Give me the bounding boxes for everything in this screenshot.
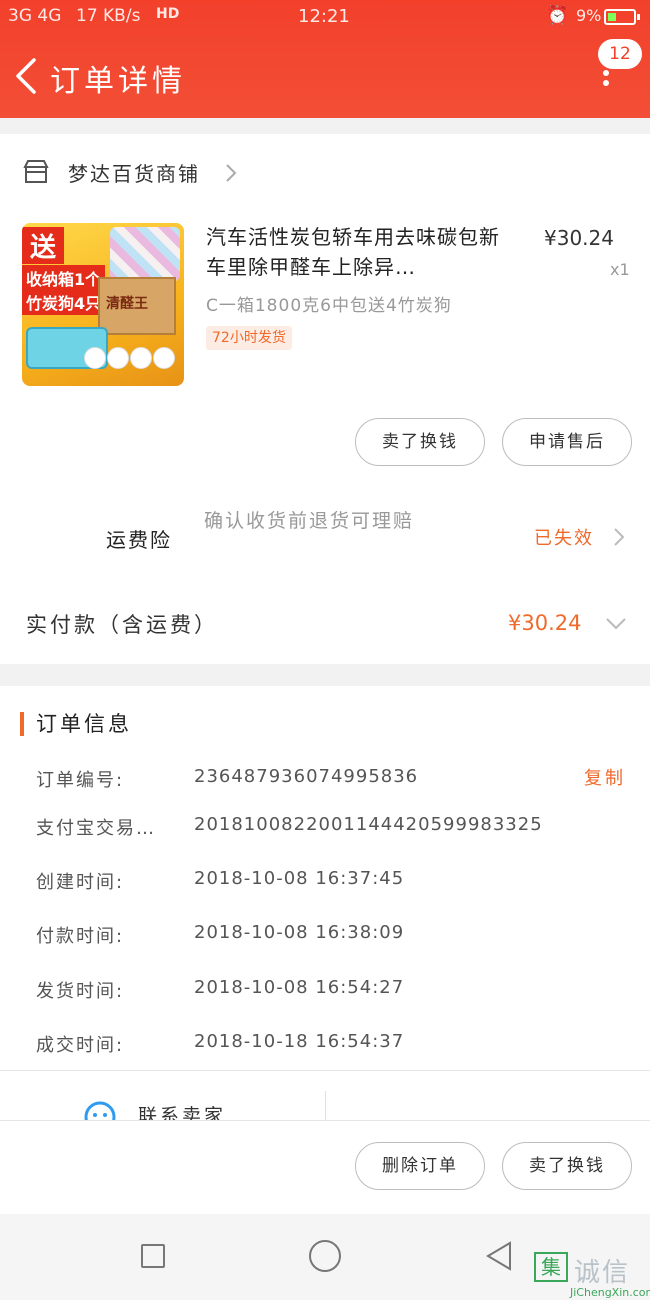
back-arrow-icon[interactable]	[12, 56, 38, 96]
product-thumbnail[interactable]: 送 收纳箱1个 竹炭狗4只 清醛王	[22, 223, 184, 386]
home-icon[interactable]	[309, 1240, 341, 1272]
info-row-completed-time: 成交时间: 2018-10-18 16:54:37	[0, 1031, 650, 1071]
info-value: 2018-10-08 16:54:27	[194, 977, 405, 998]
more-menu-icon[interactable]	[603, 70, 611, 96]
watermark-text: 诚信	[574, 1258, 631, 1288]
shop-link[interactable]: 梦达百货商铺	[0, 134, 650, 212]
insurance-description: 确认收货前退货可理赔	[204, 510, 415, 532]
shipping-time-tag: 72小时发货	[206, 326, 292, 350]
info-label: 创建时间:	[36, 872, 125, 893]
section-accent-bar	[20, 712, 24, 736]
delete-order-button[interactable]: 删除订单	[355, 1142, 485, 1190]
promo-line-2: 竹炭狗4只	[22, 289, 106, 315]
top-bar: 3G 4G 17 KB/s HD 12:21 ⏰ 9% 订单详情 12	[0, 0, 650, 118]
watermark-logo: 集	[534, 1252, 568, 1282]
network-speed: 17 KB/s	[76, 6, 141, 26]
chevron-down-icon[interactable]	[604, 616, 628, 632]
promo-send-tag: 送	[22, 227, 65, 264]
site-watermark: 集 诚信 JiChengXin.com	[530, 1248, 650, 1300]
info-row-shipped-time: 发货时间: 2018-10-08 16:54:27	[0, 977, 650, 1017]
resell-button[interactable]: 卖了换钱	[355, 418, 485, 466]
info-row-order-number: 订单编号: 236487936074995836	[0, 766, 650, 806]
insurance-label: 运费险	[106, 528, 172, 552]
info-row-created-time: 创建时间: 2018-10-08 16:37:45	[0, 868, 650, 908]
product-brand: 清醛王	[106, 296, 148, 312]
info-row-paid-time: 付款时间: 2018-10-08 16:38:09	[0, 922, 650, 962]
promo-line-1: 收纳箱1个	[22, 265, 106, 291]
product-quantity: x1	[610, 260, 630, 279]
shop-name: 梦达百货商铺	[68, 162, 200, 186]
info-value: 236487936074995836	[194, 766, 419, 787]
info-label: 发货时间:	[36, 981, 125, 1002]
info-value: 2018-10-08 16:37:45	[194, 868, 405, 889]
info-label: 成交时间:	[36, 1035, 125, 1056]
insurance-status: 已失效	[534, 528, 594, 549]
product-box-graphic: 清醛王	[98, 277, 176, 335]
clock: 12:21	[298, 6, 350, 27]
message-count-badge[interactable]: 12	[598, 39, 642, 69]
contact-seller-label: 联系卖家	[138, 1105, 227, 1120]
product-sku: C一箱1800克6中包送4竹炭狗	[206, 296, 452, 316]
info-row-alipay-trade: 支付宝交易… 2018100822001144420599983325	[0, 814, 650, 854]
info-value: 2018-10-18 16:54:37	[194, 1031, 405, 1052]
chat-bot-icon	[84, 1101, 116, 1120]
battery-percent: 9%	[576, 6, 602, 25]
order-info-card: 订单信息 订单编号: 236487936074995836 复制 支付宝交易… …	[0, 686, 650, 1070]
recent-apps-icon[interactable]	[141, 1244, 165, 1268]
network-indicator: 3G 4G	[8, 6, 62, 26]
resell-button[interactable]: 卖了换钱	[502, 1142, 632, 1190]
info-label: 付款时间:	[36, 926, 125, 947]
info-label: 订单编号:	[36, 770, 125, 791]
alarm-icon: ⏰	[546, 5, 569, 26]
charcoal-dogs-graphic	[84, 347, 180, 381]
copy-button[interactable]: 复制	[584, 764, 626, 790]
info-value: 2018100822001144420599983325	[194, 814, 543, 835]
hd-call-icon: HD	[156, 6, 180, 22]
product-bags-graphic	[110, 227, 180, 281]
info-label: 支付宝交易…	[36, 818, 156, 839]
store-icon	[23, 160, 49, 183]
chevron-right-icon	[614, 528, 625, 546]
order-item-card: 梦达百货商铺 送 收纳箱1个 竹炭狗4只 清醛王 汽车活性炭包轿车用去味碳包新车…	[0, 134, 650, 664]
divider	[325, 1091, 326, 1120]
info-value: 2018-10-08 16:38:09	[194, 922, 405, 943]
order-info-title: 订单信息	[36, 712, 132, 736]
bottom-action-bar: 删除订单 卖了换钱	[0, 1120, 650, 1214]
battery-icon	[604, 9, 640, 25]
payment-label: 实付款（含运费）	[26, 613, 218, 637]
watermark-domain: JiChengXin.com	[570, 1286, 650, 1299]
payment-amount: ¥30.24	[508, 611, 582, 635]
after-sale-button[interactable]: 申请售后	[502, 418, 632, 466]
page-title: 订单详情	[50, 64, 186, 99]
chevron-right-icon	[226, 164, 237, 182]
contact-seller-strip[interactable]: 联系卖家	[0, 1070, 650, 1120]
product-title[interactable]: 汽车活性炭包轿车用去味碳包新车里除甲醛车上除异…	[206, 222, 518, 282]
nav-back-icon[interactable]	[484, 1240, 514, 1272]
product-price: ¥30.24	[544, 226, 614, 250]
status-bar: 3G 4G 17 KB/s HD 12:21 ⏰ 9%	[0, 0, 650, 34]
